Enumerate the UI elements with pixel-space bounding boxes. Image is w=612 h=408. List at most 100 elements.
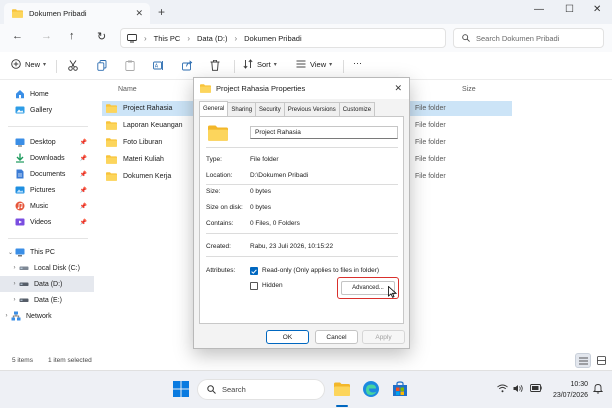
sidebar-item-network[interactable]: › Network: [0, 308, 94, 324]
breadcrumb-this-pc[interactable]: This PC: [154, 34, 181, 43]
ok-button[interactable]: OK: [266, 330, 309, 344]
readonly-checkbox[interactable]: [250, 267, 258, 275]
forward-arrow-icon[interactable]: →: [41, 30, 52, 42]
rename-icon[interactable]: A: [153, 60, 164, 71]
address-bar[interactable]: › This PC › Data (D:) › Dokumen Pribadi: [120, 28, 446, 48]
file-type: File folder: [415, 173, 446, 180]
pc-icon: [15, 248, 25, 257]
wifi-icon[interactable]: [497, 384, 508, 393]
breadcrumb-data-d[interactable]: Data (D:): [197, 34, 227, 43]
view-button[interactable]: View ▾: [296, 59, 332, 69]
copy-icon[interactable]: [97, 60, 107, 71]
active-app-indicator: [336, 405, 348, 407]
chevron-down-icon: ▾: [329, 61, 333, 68]
chevron-right-icon[interactable]: ›: [10, 265, 19, 271]
hidden-checkbox[interactable]: [250, 282, 258, 290]
sidebar-item-music[interactable]: Music 📌: [0, 198, 94, 214]
view-icon: [296, 60, 306, 68]
close-tab-icon[interactable]: ✕: [135, 8, 143, 19]
sort-button[interactable]: Sort ▾: [243, 59, 277, 69]
close-window-icon[interactable]: ✕: [593, 4, 601, 15]
close-icon[interactable]: ✕: [394, 83, 402, 94]
sidebar-item-this-pc[interactable]: ⌄ This PC: [0, 244, 94, 260]
sidebar-item-documents[interactable]: Documents 📌: [0, 166, 94, 182]
divider: [8, 126, 88, 127]
chevron-down-icon[interactable]: ⌄: [6, 249, 15, 256]
chevron-right-icon[interactable]: ›: [10, 297, 19, 303]
up-arrow-icon[interactable]: ↑: [69, 30, 75, 42]
column-header-name[interactable]: Name: [118, 86, 137, 93]
sidebar-item-desktop[interactable]: Desktop 📌: [0, 134, 94, 150]
search-icon: [207, 385, 216, 394]
new-tab-button[interactable]: +: [158, 5, 165, 19]
chevron-right-icon[interactable]: ›: [2, 313, 11, 319]
windows-start-icon[interactable]: [172, 380, 190, 398]
new-icon: [11, 59, 21, 69]
file-name: Dokumen Kerja: [123, 173, 172, 180]
sidebar-item-downloads[interactable]: Downloads 📌: [0, 150, 94, 166]
contains-value: 0 Files, 0 Folders: [250, 220, 300, 227]
file-explorer-taskbar-icon[interactable]: [333, 380, 351, 398]
delete-icon[interactable]: [210, 60, 220, 71]
folder-name-field[interactable]: Project Rahasia: [250, 126, 398, 139]
new-label: New: [25, 59, 41, 69]
search-box[interactable]: Search Dokumen Pribadi: [453, 28, 604, 48]
volume-icon[interactable]: [513, 384, 524, 393]
drive-icon: [19, 266, 29, 270]
sidebar-item-label: Local Disk (C:): [34, 264, 80, 272]
edge-browser-icon[interactable]: [362, 380, 380, 398]
cut-icon[interactable]: [68, 60, 78, 71]
column-header-size[interactable]: Size: [462, 86, 476, 93]
sidebar-item-videos[interactable]: Videos 📌: [0, 214, 94, 230]
sidebar-item-home[interactable]: Home: [0, 86, 94, 102]
notification-bell-icon[interactable]: [593, 383, 603, 394]
chevron-right-icon[interactable]: ›: [10, 281, 19, 287]
share-icon[interactable]: [182, 60, 193, 71]
sidebar-item-data-e[interactable]: › Data (E:): [0, 292, 94, 308]
minimize-icon[interactable]: —: [534, 4, 544, 15]
tab-general[interactable]: General: [199, 101, 229, 116]
sidebar-item-local-disk-c[interactable]: › Local Disk (C:): [0, 260, 94, 276]
breadcrumb-chevron-icon: ›: [234, 33, 238, 43]
advanced-button[interactable]: Advanced...: [341, 281, 395, 295]
title-bar: Dokumen Pribadi ✕ + — ☐ ✕: [0, 0, 612, 24]
selection-count: 1 item selected: [48, 357, 92, 364]
properties-dialog: Project Rahasia Properties ✕ General Sha…: [193, 77, 410, 349]
battery-icon[interactable]: [530, 384, 542, 392]
desktop-icon: [15, 138, 25, 147]
system-clock[interactable]: 10:30 23/07/2026: [548, 379, 588, 401]
dialog-tabs: General Sharing Security Previous Versio…: [199, 101, 376, 116]
taskbar-search-box[interactable]: Search: [197, 379, 325, 400]
tab-customize[interactable]: Customize: [338, 102, 376, 116]
divider: [234, 60, 235, 73]
sidebar-item-data-d[interactable]: › Data (D:): [0, 276, 94, 292]
taskbar-search-placeholder: Search: [222, 385, 246, 394]
apply-button[interactable]: Apply: [362, 330, 405, 344]
microsoft-store-icon[interactable]: [391, 380, 409, 398]
new-button[interactable]: New ▾: [11, 59, 46, 69]
breadcrumb-chevron-icon: ›: [187, 33, 191, 43]
maximize-icon[interactable]: ☐: [565, 4, 574, 15]
tab-dokumen-pribadi[interactable]: Dokumen Pribadi ✕: [4, 3, 150, 24]
tab-previous-versions[interactable]: Previous Versions: [283, 102, 340, 116]
more-options-button[interactable]: ···: [353, 58, 362, 68]
tab-security[interactable]: Security: [255, 102, 285, 116]
breadcrumb-dokumen-pribadi[interactable]: Dokumen Pribadi: [244, 34, 302, 43]
paste-icon[interactable]: [125, 60, 135, 71]
type-label: Type:: [206, 156, 222, 163]
refresh-icon[interactable]: ↻: [97, 30, 106, 43]
tab-sharing[interactable]: Sharing: [227, 102, 257, 116]
size-on-disk-label: Size on disk:: [206, 204, 243, 211]
dialog-title: Project Rahasia Properties: [216, 84, 306, 93]
back-arrow-icon[interactable]: ←: [12, 30, 23, 42]
sidebar-item-pictures[interactable]: Pictures 📌: [0, 182, 94, 198]
pin-icon: 📌: [79, 219, 87, 226]
tiles-view-button[interactable]: [593, 353, 609, 368]
details-view-button[interactable]: [575, 353, 591, 368]
cancel-button[interactable]: Cancel: [315, 330, 358, 344]
sidebar-item-label: Desktop: [30, 138, 56, 146]
divider: [206, 233, 398, 234]
sidebar-item-label: Home: [30, 90, 49, 98]
large-folder-icon: [208, 125, 228, 141]
sidebar-item-gallery[interactable]: Gallery: [0, 102, 94, 118]
